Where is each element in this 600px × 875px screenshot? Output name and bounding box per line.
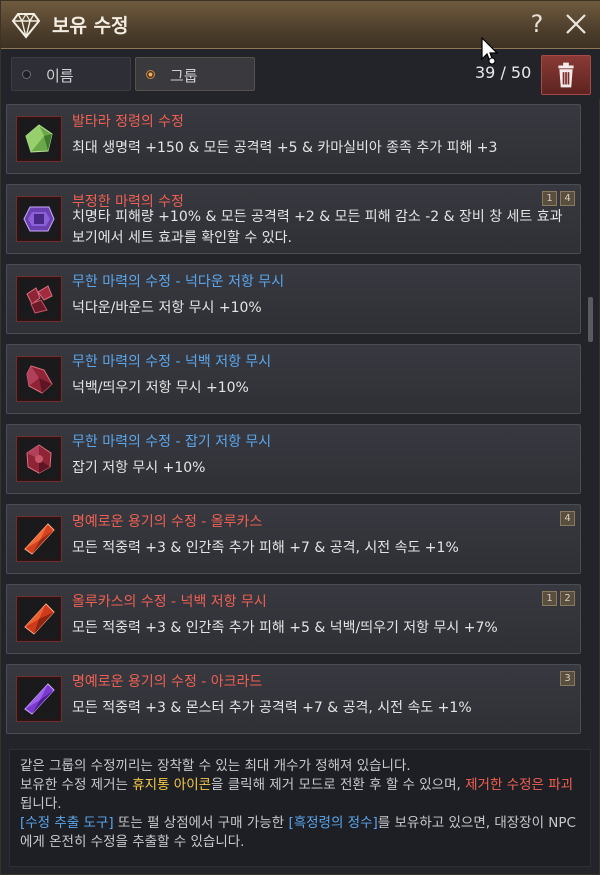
sort-by-group-button[interactable]: 그룹	[135, 57, 255, 91]
info-text: 또는 펄 상점에서 구매 가능한	[113, 815, 289, 831]
green-gem-icon	[25, 124, 53, 153]
set-badge: 4	[560, 191, 575, 206]
crimson-gem-icon	[26, 444, 52, 474]
help-button[interactable]: ?	[524, 9, 550, 39]
item-name: 무한 마력의 수정 - 잡기 저항 무시	[72, 434, 272, 450]
info-text: 보유한 수정 제거는	[20, 777, 133, 793]
badge-group: 1 4	[542, 191, 575, 206]
item-description: 모든 적중력 +3 & 몬스터 추가 공격력 +7 & 공격, 시전 속도 +1…	[72, 700, 472, 716]
item-description: 잡기 저항 무시 +10%	[72, 460, 206, 476]
mouse-cursor-icon	[481, 37, 499, 65]
info-text: 을 클릭해 제거 모드로 전환 후 할 수 있으며,	[211, 777, 466, 793]
item-name: 무한 마력의 수정 - 넉백 저항 무시	[72, 354, 272, 370]
info-line: 같은 그룹의 수정끼리는 장착할 수 있는 최대 개수가 정해져 있습니다.	[20, 758, 411, 774]
scrollbar-thumb[interactable]	[588, 297, 593, 342]
title-bar[interactable]: 보유 수정 ?	[1, 1, 600, 49]
gem-slot	[16, 356, 62, 402]
item-name: 명예로운 용기의 수정 - 올루카스	[72, 514, 263, 530]
list-item[interactable]: 무한 마력의 수정 - 넉다운 저항 무시 넉다운/바운드 저항 무시 +10%	[6, 264, 581, 334]
gem-slot	[16, 276, 62, 322]
item-description: 모든 적중력 +3 & 인간족 추가 피해 +5 & 넉백/띄우기 저항 무시 …	[72, 620, 498, 636]
info-panel: 같은 그룹의 수정끼리는 장착할 수 있는 최대 개수가 정해져 있습니다. 보…	[9, 749, 591, 867]
violet-gem-icon	[24, 683, 55, 715]
purple-gem-icon	[23, 206, 55, 232]
gem-slot	[16, 596, 62, 642]
badge-group: 3	[560, 671, 575, 686]
set-badge: 4	[560, 511, 575, 526]
close-icon[interactable]	[561, 9, 591, 39]
set-badge: 3	[560, 671, 575, 686]
sort-by-group-label: 그룹	[170, 67, 198, 85]
trash-icon	[558, 62, 574, 88]
gem-slot	[16, 196, 62, 242]
dark-spirit-essence-link[interactable]: [흑정령의 정수]	[288, 815, 377, 831]
destroy-warning: 제거한 수정은 파괴	[465, 777, 574, 793]
gem-slot	[16, 676, 62, 722]
gem-slot	[16, 436, 62, 482]
crimson-gem-icon	[26, 285, 53, 314]
item-description: 치명타 피해량 +10% & 모든 공격력 +2 & 모든 피해 감소 -2 &…	[72, 209, 563, 246]
info-line: 보유한 수정 제거는 휴지통 아이콘을 클릭해 제거 모드로 전환 후 할 수 …	[20, 776, 580, 814]
set-badge: 1	[542, 191, 557, 206]
set-badge: 1	[542, 591, 557, 606]
trash-icon-highlight: 휴지통 아이콘	[132, 777, 212, 793]
crystal-window: 보유 수정 ? 이름 그룹 39 / 50 발타라 정령의 수정 최대 생명력 …	[0, 0, 600, 875]
list-item[interactable]: 명예로운 용기의 수정 - 올루카스 4 모든 적중력 +3 & 인간족 추가 …	[6, 504, 581, 574]
orange-gem-icon	[24, 603, 55, 635]
info-text: 됩니다.	[20, 796, 62, 812]
list-item[interactable]: 올루카스의 수정 - 넉백 저항 무시 1 2 모든 적중력 +3 & 인간족 …	[6, 584, 581, 654]
extraction-tool-link[interactable]: [수정 추출 도구]	[20, 815, 114, 831]
item-description: 최대 생명력 +150 & 모든 공격력 +5 & 카마실비아 종족 추가 피해…	[72, 140, 498, 156]
toolbar: 이름 그룹 39 / 50	[1, 49, 600, 99]
radio-selected-icon	[146, 70, 155, 79]
set-badge: 2	[560, 591, 575, 606]
item-name: 명예로운 용기의 수정 - 아크라드	[72, 674, 263, 690]
crystal-list[interactable]: 발타라 정령의 수정 최대 생명력 +150 & 모든 공격력 +5 & 카마실…	[1, 102, 600, 742]
item-name: 발타라 정령의 수정	[72, 114, 184, 130]
crimson-gem-icon	[26, 365, 53, 394]
list-item[interactable]: 부정한 마력의 수정 1 4 치명타 피해량 +10% & 모든 공격력 +2 …	[6, 184, 581, 254]
item-name: 무한 마력의 수정 - 넉다운 저항 무시	[72, 274, 285, 290]
gem-slot	[16, 516, 62, 562]
sort-by-name-label: 이름	[46, 67, 74, 85]
list-item[interactable]: 무한 마력의 수정 - 넉백 저항 무시 넉백/띄우기 저항 무시 +10%	[6, 344, 581, 414]
info-line: [수정 추출 도구] 또는 펄 상점에서 구매 가능한 [흑정령의 정수]를 보…	[20, 814, 580, 852]
radio-icon	[22, 70, 31, 79]
item-description: 넉백/띄우기 저항 무시 +10%	[72, 380, 249, 396]
trash-button[interactable]	[541, 55, 591, 95]
sort-by-name-button[interactable]: 이름	[11, 57, 131, 91]
list-item[interactable]: 명예로운 용기의 수정 - 아크라드 3 모든 적중력 +3 & 몬스터 추가 …	[6, 664, 581, 734]
item-name: 올루카스의 수정 - 넉백 저항 무시	[72, 594, 267, 610]
crystal-diamond-icon	[11, 12, 41, 39]
list-item[interactable]: 무한 마력의 수정 - 잡기 저항 무시 잡기 저항 무시 +10%	[6, 424, 581, 494]
gem-slot	[16, 116, 62, 162]
item-description: 넉다운/바운드 저항 무시 +10%	[72, 300, 262, 316]
list-item[interactable]: 발타라 정령의 수정 최대 생명력 +150 & 모든 공격력 +5 & 카마실…	[6, 104, 581, 174]
orange-gem-icon	[24, 523, 55, 555]
item-description: 모든 적중력 +3 & 인간족 추가 피해 +7 & 공격, 시전 속도 +1%	[72, 540, 459, 556]
badge-group: 1 2	[542, 591, 575, 606]
scrollbar[interactable]	[585, 105, 595, 741]
window-title: 보유 수정	[52, 15, 129, 37]
badge-group: 4	[560, 511, 575, 526]
